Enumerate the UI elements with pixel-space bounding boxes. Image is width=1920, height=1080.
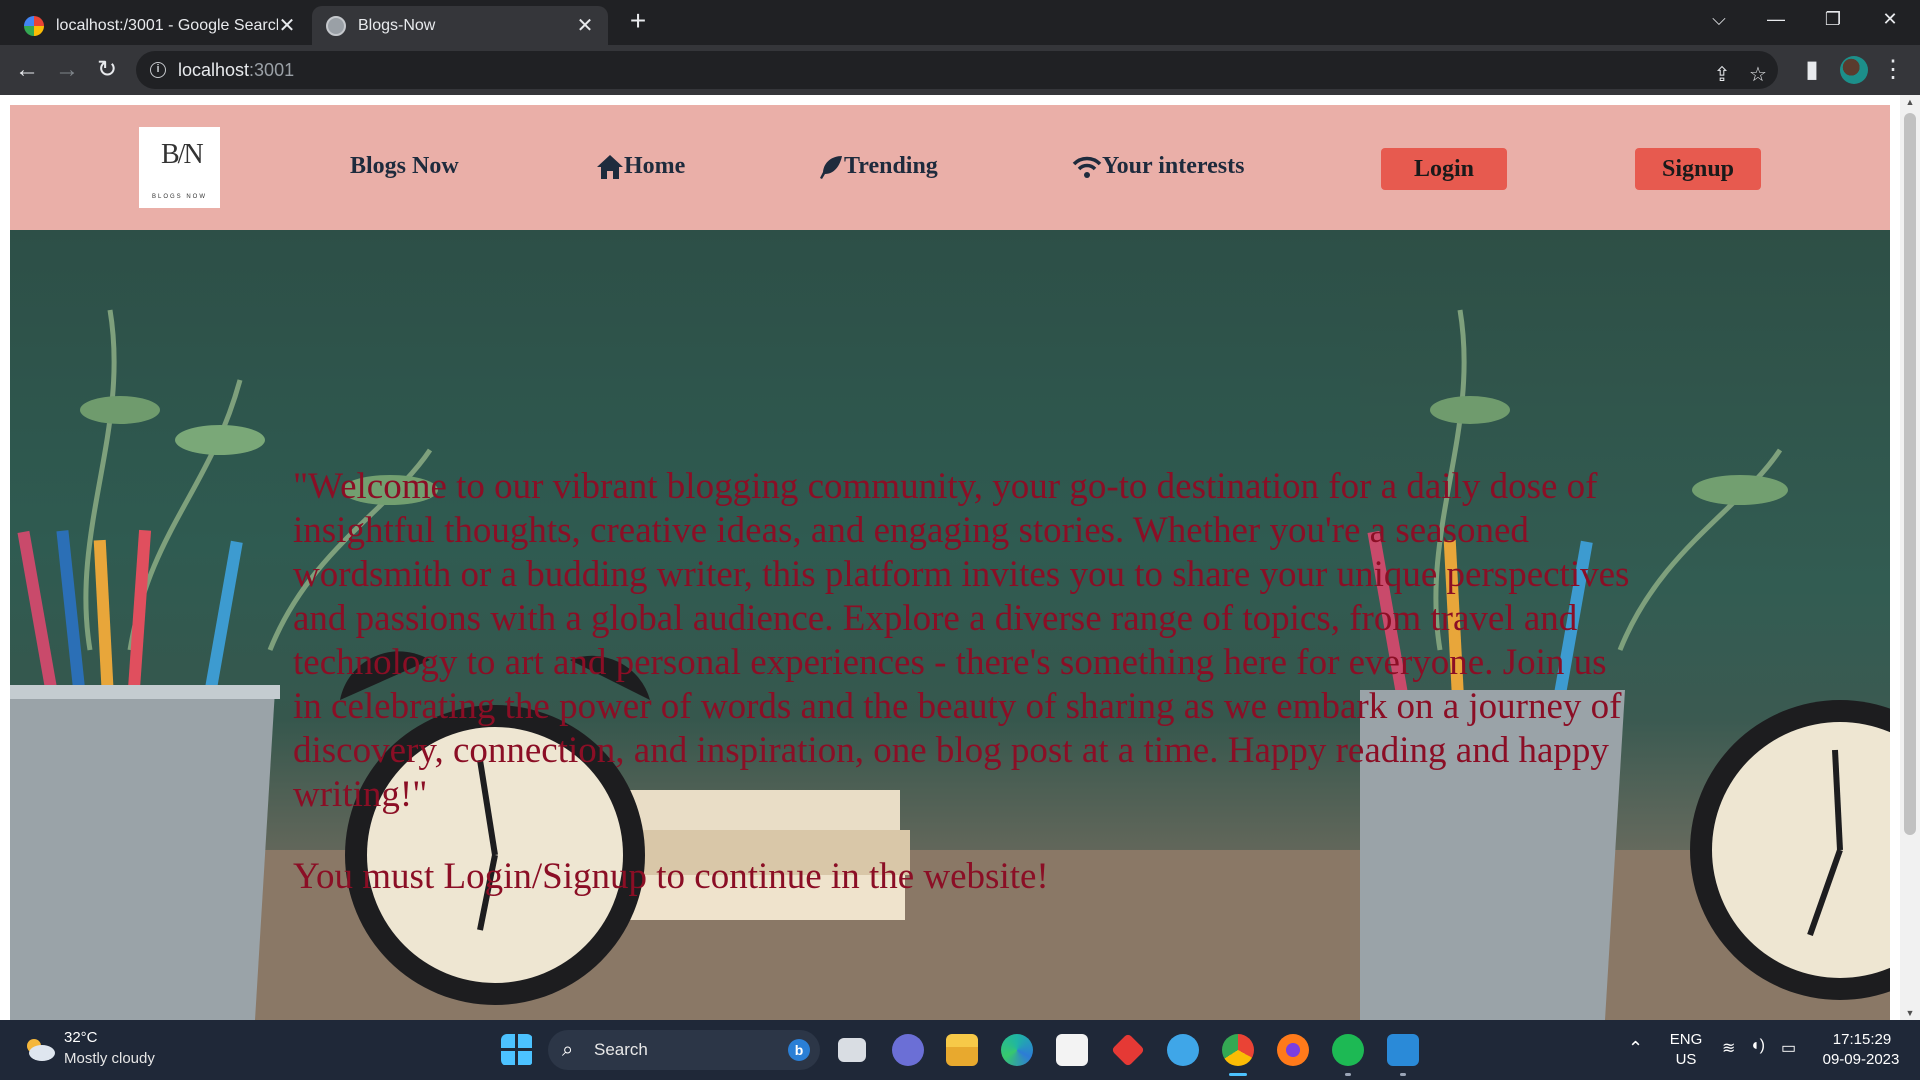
forward-button[interactable]: → xyxy=(52,55,82,85)
site-header: B/N BLOGS NOW Blogs Now Home Trending Yo… xyxy=(10,105,1890,230)
login-notice: You must Login/Signup to continue in the… xyxy=(293,856,1049,897)
volume-icon[interactable]: ◖) xyxy=(1750,1037,1765,1055)
globe-icon xyxy=(326,15,346,36)
spotify-icon[interactable] xyxy=(1332,1034,1364,1066)
vscode-icon[interactable] xyxy=(1387,1034,1419,1066)
reload-button[interactable]: ↻ xyxy=(92,55,122,85)
feather-icon xyxy=(820,155,842,179)
active-app-indicator xyxy=(1229,1073,1247,1076)
wifi-icon xyxy=(1072,156,1102,178)
microsoft-store-icon[interactable] xyxy=(1056,1034,1088,1066)
cloudy-weather-icon xyxy=(27,1039,55,1061)
login-button[interactable]: Login xyxy=(1381,148,1507,190)
weather-condition[interactable]: Mostly cloudy xyxy=(64,1050,155,1067)
home-icon xyxy=(597,154,623,179)
share-icon[interactable]: ⇪ xyxy=(1708,61,1736,89)
anydesk-icon[interactable] xyxy=(1111,1033,1145,1067)
tab-blogs-now[interactable]: Blogs-Now ✕ xyxy=(312,6,608,45)
nav-home[interactable]: Home xyxy=(596,153,685,180)
windows-taskbar: 32°C Mostly cloudy ⌕ Search b ⌃ ENG US ≋… xyxy=(0,1020,1920,1080)
back-button[interactable]: ← xyxy=(12,55,42,85)
search-label: Search xyxy=(594,1040,648,1059)
address-bar[interactable]: i localhost:3001 ⇪ ☆ xyxy=(136,51,1778,89)
taskbar-search[interactable]: ⌕ Search b xyxy=(548,1030,820,1070)
google-icon xyxy=(24,15,44,36)
language-code[interactable]: ENG xyxy=(1668,1031,1704,1048)
clock-date[interactable]: 09-09-2023 xyxy=(1816,1051,1906,1068)
wifi-status-icon[interactable]: ≋ xyxy=(1722,1038,1735,1058)
help-app-icon[interactable] xyxy=(1167,1034,1199,1066)
close-tab-icon[interactable]: ✕ xyxy=(278,13,296,38)
site-logo[interactable]: B/N BLOGS NOW xyxy=(139,127,220,208)
url-text: localhost:3001 xyxy=(178,60,295,80)
tab-title: Blogs-Now xyxy=(358,16,436,34)
firefox-icon[interactable] xyxy=(1277,1034,1309,1066)
search-icon: ⌕ xyxy=(562,1039,574,1061)
tab-search-chevron-icon[interactable]: ⌵ xyxy=(1691,0,1747,40)
browser-toolbar: ← → ↻ i localhost:3001 ⇪ ☆ ▮ ⋮ xyxy=(0,45,1920,95)
nav-your-interests[interactable]: Your interests xyxy=(1072,153,1244,180)
close-tab-icon[interactable]: ✕ xyxy=(576,13,594,38)
weather-temperature[interactable]: 32°C xyxy=(64,1029,98,1046)
edge-icon[interactable] xyxy=(1001,1034,1033,1066)
file-explorer-icon[interactable] xyxy=(946,1034,978,1066)
nav-trending[interactable]: Trending xyxy=(818,153,938,180)
chrome-icon[interactable] xyxy=(1222,1034,1254,1066)
show-hidden-icons-chevron-icon[interactable]: ⌃ xyxy=(1628,1038,1643,1059)
web-page: B/N BLOGS NOW Blogs Now Home Trending Yo… xyxy=(0,95,1920,1020)
clock-time[interactable]: 17:15:29 xyxy=(1822,1031,1902,1048)
close-window-button[interactable]: ✕ xyxy=(1862,0,1918,40)
tab-title: localhost:/3001 - Google Search xyxy=(56,16,278,34)
side-panel-icon[interactable]: ▮ xyxy=(1797,55,1827,85)
scrollbar-thumb[interactable] xyxy=(1904,113,1916,835)
site-info-icon[interactable]: i xyxy=(150,62,166,78)
task-view-icon[interactable] xyxy=(838,1038,866,1062)
bing-icon[interactable]: b xyxy=(788,1039,810,1061)
minimize-button[interactable]: — xyxy=(1748,0,1804,40)
welcome-message: "Welcome to our vibrant blogging communi… xyxy=(293,466,1630,815)
video-chat-icon[interactable] xyxy=(892,1034,924,1066)
running-app-indicator xyxy=(1400,1073,1406,1076)
kebab-menu-icon[interactable]: ⋮ xyxy=(1878,55,1908,85)
brand-name[interactable]: Blogs Now xyxy=(350,153,459,180)
tab-strip: localhost:/3001 - Google Search ✕ Blogs-… xyxy=(0,0,1920,45)
region-code[interactable]: US xyxy=(1668,1051,1704,1068)
star-icon[interactable]: ☆ xyxy=(1744,61,1772,89)
tab-google-search[interactable]: localhost:/3001 - Google Search ✕ xyxy=(10,6,310,45)
running-app-indicator xyxy=(1345,1073,1351,1076)
hero-section: "Welcome to our vibrant blogging communi… xyxy=(10,230,1890,1020)
profile-avatar[interactable] xyxy=(1840,56,1868,84)
signup-button[interactable]: Signup xyxy=(1635,148,1761,190)
new-tab-button[interactable]: + xyxy=(624,7,652,36)
windows-start-icon[interactable] xyxy=(501,1034,533,1066)
scroll-down-arrow-icon[interactable]: ▼ xyxy=(1900,1008,1920,1018)
restore-button[interactable]: ❐ xyxy=(1805,0,1861,40)
logo-monogram: B/N xyxy=(161,139,204,170)
battery-icon[interactable]: ▭ xyxy=(1781,1038,1796,1058)
scroll-up-arrow-icon[interactable]: ▲ xyxy=(1900,97,1920,107)
vertical-scrollbar[interactable]: ▲ ▼ xyxy=(1900,95,1920,1020)
logo-subtitle: BLOGS NOW xyxy=(151,194,207,200)
